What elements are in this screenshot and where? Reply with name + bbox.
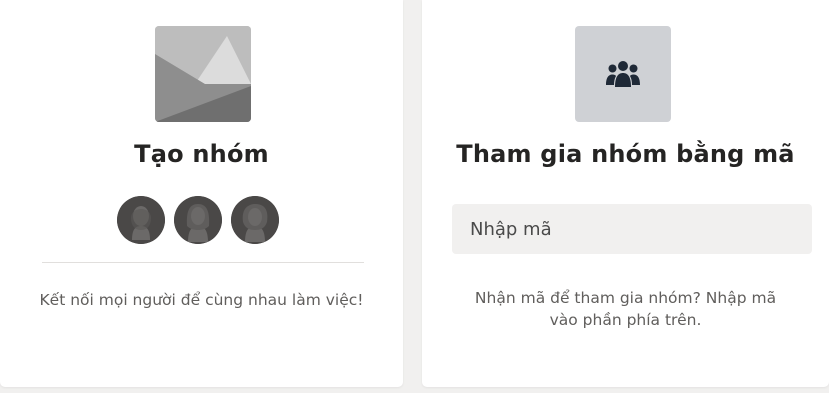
person-avatar-icon [174,196,222,244]
page: Tạo nhóm Kết nối mọi người để cùng nhau … [0,0,829,393]
divider [42,262,364,263]
person-avatar-icon [231,196,279,244]
create-team-card[interactable]: Tạo nhóm Kết nối mọi người để cùng nhau … [0,0,403,387]
create-team-subtitle: Kết nối mọi người để cùng nhau làm việc! [39,291,364,309]
team-code-input[interactable] [452,204,812,254]
team-people-icon [606,61,640,87]
create-team-title: Tạo nhóm [134,140,269,168]
join-team-description: Nhận mã để tham gia nhóm? Nhập mã vào ph… [474,289,777,329]
image-placeholder-icon [155,26,251,122]
join-team-card: Tham gia nhóm bằng mã Nhận mã để tham gi… [422,0,829,387]
avatar-group [117,196,279,244]
team-tile [575,26,671,122]
person-avatar-icon [117,196,165,244]
join-team-title: Tham gia nhóm bằng mã [456,140,795,168]
